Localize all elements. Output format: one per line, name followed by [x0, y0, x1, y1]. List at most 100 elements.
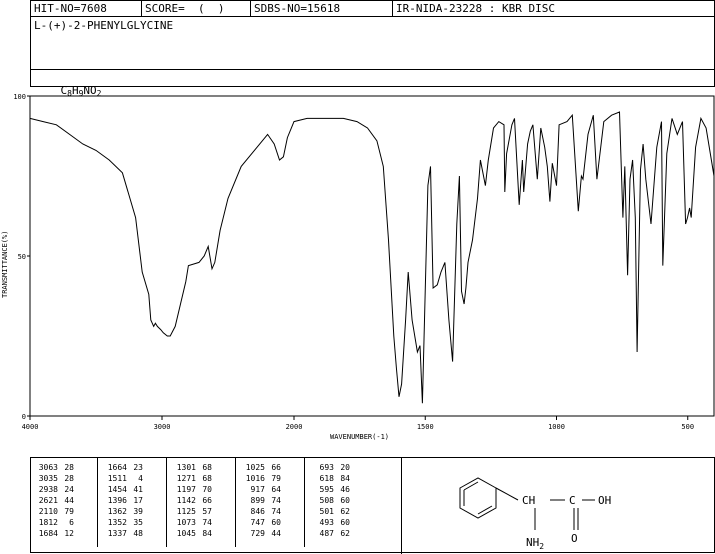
x-tick-label: 3000	[154, 423, 171, 431]
peak-row: 2621 44	[36, 495, 76, 506]
peak-row: 1396 17	[105, 495, 145, 506]
peak-wavenumber: 1511	[107, 474, 127, 483]
peak-transmittance: 74	[271, 496, 281, 505]
oh-label: OH	[598, 494, 611, 507]
peak-wavenumber: 3063	[38, 463, 58, 472]
peak-row: 1684 12	[36, 528, 76, 539]
peak-row: 508 60	[312, 495, 352, 506]
peak-row: 1812 6	[36, 517, 76, 528]
ch-label: CH	[522, 494, 535, 507]
peak-row: 747 60	[243, 517, 283, 528]
x-tick-label: 1500	[417, 423, 434, 431]
peak-transmittance: 66	[271, 463, 281, 472]
peak-transmittance: 28	[64, 474, 74, 483]
peak-column-divider	[235, 457, 236, 547]
peak-column: 1025 66 1016 79 917 64 899 74 846 74 747 60 729 44	[235, 457, 283, 547]
peak-wavenumber: 1197	[176, 485, 196, 494]
peak-transmittance: 74	[271, 507, 281, 516]
peak-transmittance: 44	[271, 529, 281, 538]
peak-wavenumber: 493	[319, 518, 334, 527]
peak-transmittance: 44	[64, 496, 74, 505]
x-tick-label: 500	[681, 423, 694, 431]
peak-wavenumber: 487	[319, 529, 334, 538]
peak-row: 729 44	[243, 528, 283, 539]
peak-column-divider	[304, 457, 305, 547]
peak-transmittance: 57	[202, 507, 212, 516]
peak-row: 501 62	[312, 506, 352, 517]
peak-wavenumber: 846	[250, 507, 265, 516]
peak-wavenumber: 2110	[38, 507, 58, 516]
peak-wavenumber: 1073	[176, 518, 196, 527]
peak-transmittance: 20	[340, 463, 350, 472]
peak-wavenumber: 2938	[38, 485, 58, 494]
peak-transmittance: 35	[133, 518, 143, 527]
peak-row: 1045 84	[174, 528, 214, 539]
peak-row: 1362 39	[105, 506, 145, 517]
peak-row: 917 64	[243, 484, 283, 495]
peak-column: 3063 28 3035 28 2938 24 2621 44 2110 79 1812 6 1684 1…	[36, 462, 76, 539]
peak-wavenumber: 1664	[107, 463, 127, 472]
peak-row: 595 46	[312, 484, 352, 495]
plot-frame	[29, 95, 715, 417]
peak-row: 1125 57	[174, 506, 214, 517]
peak-transmittance: 46	[340, 485, 350, 494]
peak-transmittance: 79	[271, 474, 281, 483]
peak-wavenumber: 3035	[38, 474, 58, 483]
benzene-ring	[459, 477, 497, 519]
peak-transmittance: 84	[202, 529, 212, 538]
hit-no: HIT-NO=7608	[31, 1, 142, 17]
amine-label: NH2	[526, 536, 544, 550]
peak-wavenumber: 917	[250, 485, 265, 494]
peak-transmittance: 79	[64, 507, 74, 516]
peak-wavenumber: 595	[319, 485, 334, 494]
peak-wavenumber: 1684	[38, 529, 58, 538]
peak-transmittance: 12	[64, 529, 74, 538]
peak-wavenumber: 729	[250, 529, 265, 538]
peak-wavenumber: 508	[319, 496, 334, 505]
peak-row: 1352 35	[105, 517, 145, 528]
peak-wavenumber: 2621	[38, 496, 58, 505]
peak-column: 1301 68 1271 68 1197 70 1142 66 1125 57 1073 74 1045…	[166, 457, 214, 547]
peak-row: 1197 70	[174, 484, 214, 495]
x-tick-label: 1000	[548, 423, 565, 431]
peak-row: 2938 24	[36, 484, 76, 495]
peak-wavenumber: 1362	[107, 507, 127, 516]
peak-wavenumber: 1352	[107, 518, 127, 527]
peak-transmittance: 62	[340, 529, 350, 538]
peak-transmittance: 66	[202, 496, 212, 505]
peak-transmittance: 84	[340, 474, 350, 483]
peak-row: 3063 28	[36, 462, 76, 473]
peak-transmittance: 64	[271, 485, 281, 494]
peak-row: 1511 4	[105, 473, 145, 484]
peak-wavenumber: 501	[319, 507, 334, 516]
peak-row: 2110 79	[36, 506, 76, 517]
peak-transmittance: 68	[202, 474, 212, 483]
compound-name-box: L-(+)-2-PHENYLGLYCINE	[30, 16, 715, 70]
peak-transmittance: 70	[202, 485, 212, 494]
peak-transmittance: 48	[133, 529, 143, 538]
peak-transmittance: 17	[133, 496, 143, 505]
x-tick-label: 4000	[22, 423, 39, 431]
peak-wavenumber: 1025	[245, 463, 265, 472]
peak-transmittance: 24	[64, 485, 74, 494]
peak-column-divider	[166, 457, 167, 547]
peak-row: 1271 68	[174, 473, 214, 484]
peak-transmittance: 60	[340, 496, 350, 505]
peak-wavenumber: 1454	[107, 485, 127, 494]
peak-transmittance: 74	[202, 518, 212, 527]
ir-info: IR-NIDA-23228 : KBR DISC	[396, 2, 555, 15]
peak-transmittance: 41	[133, 485, 143, 494]
score: SCORE= ( )	[142, 1, 251, 17]
header-bar: HIT-NO=7608 SCORE= ( ) SDBS-NO=15618 IR-…	[30, 0, 715, 17]
peak-wavenumber: 1016	[245, 474, 265, 483]
y-tick-label: 50	[18, 253, 26, 261]
peak-wavenumber: 693	[319, 463, 334, 472]
formula-box: C8H9NO2	[30, 69, 715, 98]
y-axis-label: TRANSMITTANCE(%)	[1, 231, 9, 298]
spectrum-line	[29, 111, 715, 404]
peak-wavenumber: 1337	[107, 529, 127, 538]
peak-row: 1454 41	[105, 484, 145, 495]
peak-row: 1142 66	[174, 495, 214, 506]
peak-wavenumber: 1396	[107, 496, 127, 505]
peak-transmittance: 62	[340, 507, 350, 516]
